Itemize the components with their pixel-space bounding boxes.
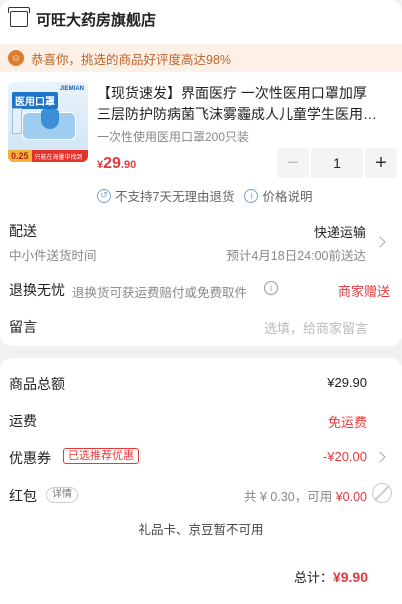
order-total: 总计：¥9.90	[294, 567, 368, 586]
smile-icon: ☺	[8, 50, 24, 66]
shield-icon	[41, 109, 59, 129]
price-explain-link[interactable]: 价格说明	[262, 186, 312, 205]
price-integer: 29	[103, 155, 121, 172]
returns-label: 退换无忧	[9, 282, 65, 298]
price-decimal: .90	[120, 159, 137, 171]
redpack-detail-button[interactable]: 详情	[46, 487, 78, 503]
rating-banner-text: 恭喜你，挑选的商品好评度高达98%	[31, 52, 232, 67]
quantity-stepper: − 1 +	[277, 148, 397, 178]
product-image-price-tag: 0.25 只能在海量中找到	[8, 150, 88, 162]
freight-value: 免运费	[327, 415, 367, 430]
product-image-price: 0.25	[8, 150, 32, 162]
total-label: 总计：	[293, 570, 333, 585]
info-icon[interactable]: i	[244, 188, 259, 203]
disabled-icon[interactable]	[372, 483, 392, 503]
decrease-button[interactable]: −	[277, 148, 309, 178]
info-icon[interactable]: i	[264, 281, 278, 295]
quantity-input[interactable]: 1	[311, 148, 363, 178]
goods-total-label: 商品总额	[9, 376, 65, 392]
store-card: 可旺大药房旗舰店 ☺ 恭喜你，挑选的商品好评度高达98% JIEMIAN 医用口…	[0, 0, 402, 346]
product-image-promo: 只能在海量中找到	[34, 154, 83, 161]
delivery-sub: 中小件送货时间	[9, 249, 97, 263]
chevron-right-icon[interactable]	[374, 236, 386, 248]
product-spec: 一次性使用医用口罩200只装	[97, 130, 250, 144]
coupon-tag: 已选推荐优惠	[63, 448, 139, 464]
product-title-line1: 【现货速发】界面医疗 一次性医用口罩加厚	[97, 85, 367, 101]
coupon-value[interactable]: -¥20.00	[323, 449, 367, 464]
store-name[interactable]: 可旺大药房旗舰店	[36, 9, 156, 30]
delivery-eta[interactable]: 预计4月18日24:00前送达	[226, 245, 366, 264]
total-value: ¥9.90	[332, 569, 368, 585]
product-image-title: 医用口罩	[12, 92, 58, 109]
gift-card-note: 礼品卡、京豆暂不可用	[138, 523, 264, 537]
service-return-text: 不支持7天无理由退货	[115, 190, 235, 204]
goods-total-value: ¥29.90	[327, 375, 367, 390]
store-header[interactable]: 可旺大药房旗舰店	[8, 7, 156, 30]
product-title[interactable]: 【现货速发】界面医疗 一次性医用口罩加厚 三层防护防病菌飞沫雾霾成人儿童学生医用…	[97, 83, 395, 125]
product-image-badge	[12, 108, 22, 134]
delivery-method[interactable]: 快递运输	[314, 222, 366, 241]
redpack-info: 共 ¥ 0.30，可用 ¥0.00	[244, 486, 367, 505]
note-label: 留言	[9, 319, 37, 335]
redpack-label: 红包	[9, 488, 37, 504]
redpack-total: 共 ¥ 0.30，可用	[244, 490, 333, 504]
rating-banner: ☺ 恭喜你，挑选的商品好评度高达98%	[0, 44, 402, 72]
product-image[interactable]: JIEMIAN 医用口罩 0.25 只能在海量中找到	[8, 82, 88, 162]
returns-desc: 退换货可获运费赔付或免费取件	[72, 286, 248, 300]
note-input[interactable]: 选填，给商家留言	[264, 318, 368, 337]
product-image-brand: JIEMIAN	[59, 86, 84, 92]
service-info: ↺ 不支持7天无理由退货 i 价格说明	[97, 186, 312, 205]
product-price: ¥29.90	[97, 155, 136, 173]
returns-gift: 商家赠送	[337, 284, 390, 299]
store-icon	[8, 7, 30, 27]
coupon-label: 优惠券	[9, 450, 51, 466]
increase-button[interactable]: +	[365, 148, 397, 178]
no-return-icon: ↺	[97, 188, 111, 203]
product-title-line2: 三层防护防病菌飞沫雾霾成人儿童学生医用…	[97, 106, 377, 122]
delivery-label: 配送	[9, 223, 37, 239]
redpack-available: ¥0.00	[335, 490, 367, 504]
freight-label: 运费	[9, 413, 37, 429]
